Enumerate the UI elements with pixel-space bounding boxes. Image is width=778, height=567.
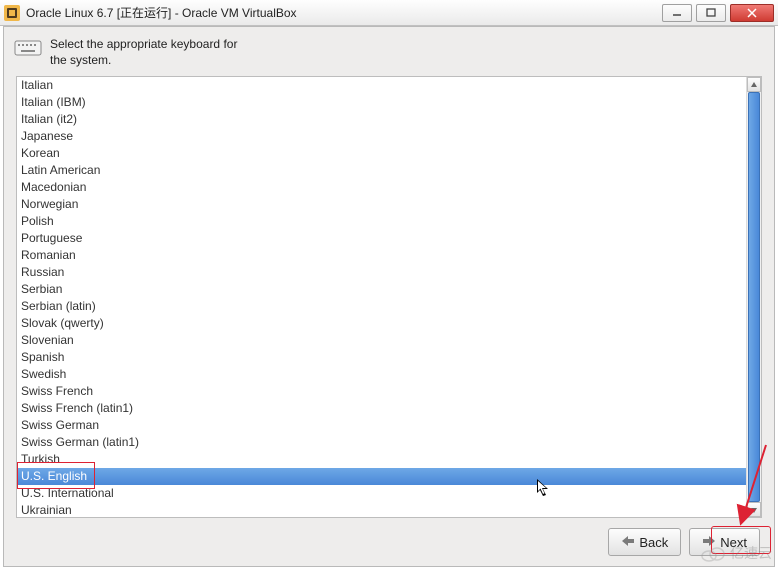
- keyboard-icon: [14, 37, 42, 57]
- footer: Back Next: [4, 518, 774, 566]
- list-item[interactable]: U.S. International: [17, 485, 746, 502]
- list-item[interactable]: Slovak (qwerty): [17, 315, 746, 332]
- back-label: Back: [639, 535, 668, 550]
- list-item[interactable]: Portuguese: [17, 230, 746, 247]
- list-item[interactable]: Italian (it2): [17, 111, 746, 128]
- arrow-left-icon: [621, 535, 635, 550]
- back-button[interactable]: Back: [608, 528, 681, 556]
- list-item[interactable]: Turkish: [17, 451, 746, 468]
- list-item[interactable]: Norwegian: [17, 196, 746, 213]
- list-item[interactable]: Korean: [17, 145, 746, 162]
- titlebar: Oracle Linux 6.7 [正在运行] - Oracle VM Virt…: [0, 0, 778, 26]
- close-button[interactable]: [730, 4, 774, 22]
- list-item[interactable]: Romanian: [17, 247, 746, 264]
- header-line2: the system.: [50, 53, 237, 69]
- list-item[interactable]: Ukrainian: [17, 502, 746, 517]
- next-button[interactable]: Next: [689, 528, 760, 556]
- list-item[interactable]: Italian: [17, 77, 746, 94]
- list-item[interactable]: Italian (IBM): [17, 94, 746, 111]
- keyboard-list[interactable]: ItalianItalian (IBM)Italian (it2)Japanes…: [16, 76, 762, 518]
- arrow-right-icon: [702, 535, 716, 550]
- list-item[interactable]: Slovenian: [17, 332, 746, 349]
- window-title: Oracle Linux 6.7 [正在运行] - Oracle VM Virt…: [26, 4, 658, 21]
- list-item[interactable]: Swedish: [17, 366, 746, 383]
- scroll-track[interactable]: [747, 92, 761, 502]
- list-item[interactable]: Latin American: [17, 162, 746, 179]
- scrollbar[interactable]: [746, 77, 761, 517]
- maximize-button[interactable]: [696, 4, 726, 22]
- window-controls: [658, 4, 774, 22]
- list-viewport: ItalianItalian (IBM)Italian (it2)Japanes…: [17, 77, 746, 517]
- list-item[interactable]: Japanese: [17, 128, 746, 145]
- header-text: Select the appropriate keyboard for the …: [50, 37, 237, 68]
- header-line1: Select the appropriate keyboard for: [50, 37, 237, 53]
- scroll-up-button[interactable]: [747, 77, 761, 92]
- installer-panel: Select the appropriate keyboard for the …: [3, 26, 775, 567]
- header: Select the appropriate keyboard for the …: [4, 27, 774, 76]
- next-label: Next: [720, 535, 747, 550]
- list-item[interactable]: Swiss French: [17, 383, 746, 400]
- list-item[interactable]: Swiss French (latin1): [17, 400, 746, 417]
- list-item[interactable]: Macedonian: [17, 179, 746, 196]
- list-item[interactable]: Serbian (latin): [17, 298, 746, 315]
- scroll-thumb[interactable]: [748, 92, 760, 502]
- list-item[interactable]: Swiss German (latin1): [17, 434, 746, 451]
- list-item[interactable]: Polish: [17, 213, 746, 230]
- list-item[interactable]: U.S. English: [17, 468, 746, 485]
- scroll-down-button[interactable]: [747, 502, 761, 517]
- list-item[interactable]: Swiss German: [17, 417, 746, 434]
- list-item[interactable]: Serbian: [17, 281, 746, 298]
- vbox-icon: [4, 5, 20, 21]
- minimize-button[interactable]: [662, 4, 692, 22]
- list-item[interactable]: Spanish: [17, 349, 746, 366]
- list-item[interactable]: Russian: [17, 264, 746, 281]
